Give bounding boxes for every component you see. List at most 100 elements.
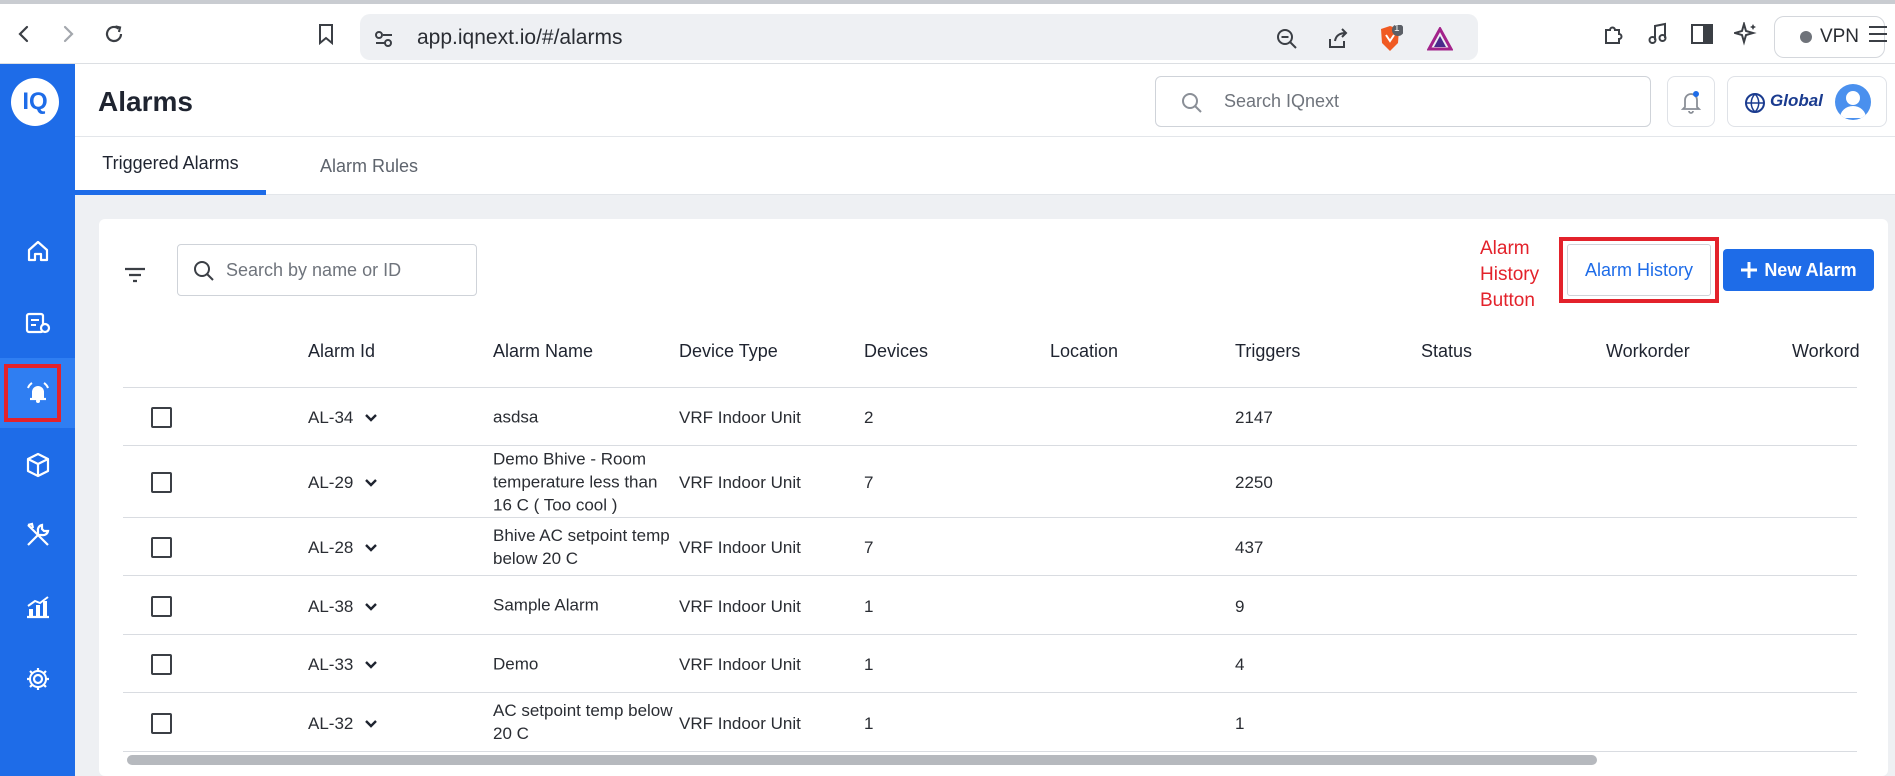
triggers-cell: 2250 — [1235, 473, 1273, 492]
share-icon[interactable] — [1324, 25, 1352, 53]
home-icon — [27, 240, 48, 262]
row-checkbox[interactable] — [151, 712, 172, 734]
row-checkbox[interactable] — [151, 407, 172, 428]
tab-triggered-alarms[interactable]: Triggered Alarms — [75, 137, 266, 195]
column-header-location[interactable]: Location — [1050, 341, 1118, 362]
leo-ai-icon[interactable] — [1730, 18, 1762, 50]
reload-icon[interactable] — [98, 18, 130, 50]
horizontal-scrollbar[interactable] — [127, 755, 1597, 765]
column-header-device-type[interactable]: Device Type — [679, 341, 778, 362]
alarm-search-placeholder: Search by name or ID — [226, 260, 402, 280]
row-checkbox[interactable] — [151, 537, 172, 558]
table-row[interactable]: AL-33 Demo VRF Indoor Unit 1 4 — [123, 635, 1857, 693]
device-type-cell: VRF Indoor Unit — [679, 713, 801, 733]
new-alarm-label: New Alarm — [1764, 259, 1857, 280]
page-title: Alarms — [98, 86, 193, 117]
tools-icon — [26, 522, 49, 546]
triggers-cell: 1 — [1235, 713, 1245, 733]
table-row[interactable]: AL-28 Bhive AC setpoint temp below 20 C … — [123, 518, 1857, 576]
media-icon[interactable] — [1642, 18, 1674, 50]
column-header-status[interactable]: Status — [1421, 341, 1472, 362]
device-type-cell: VRF Indoor Unit — [679, 408, 801, 427]
avatar[interactable] — [1835, 84, 1871, 120]
chevron-down-icon[interactable] — [363, 475, 379, 491]
triggers-cell: 2147 — [1235, 408, 1273, 427]
alarm-history-button[interactable]: Alarm History — [1567, 244, 1711, 296]
alarm-id-cell: AL-29 — [308, 473, 354, 492]
alarm-name-cell: Demo Bhive - Room temperature less than … — [493, 449, 658, 514]
sidebar-item-devices[interactable] — [0, 288, 75, 358]
new-alarm-button[interactable]: New Alarm — [1723, 249, 1874, 291]
alarm-search-input[interactable]: Search by name or ID — [177, 244, 477, 296]
column-header-alarm-name[interactable]: Alarm Name — [493, 341, 593, 362]
chevron-down-icon[interactable] — [363, 410, 379, 426]
chevron-down-icon[interactable] — [363, 599, 379, 615]
chevron-down-icon[interactable] — [363, 716, 379, 732]
org-profile-button[interactable]: Global — [1727, 76, 1887, 127]
row-checkbox[interactable] — [151, 654, 172, 675]
alarm-name-cell: AC setpoint temp below 20 C — [493, 701, 673, 743]
sidebar-item-home[interactable] — [0, 216, 75, 286]
tab-alarm-rules[interactable]: Alarm Rules — [289, 137, 449, 195]
site-settings-icon[interactable] — [370, 25, 398, 53]
devices-cell: 1 — [864, 596, 874, 616]
forward-icon[interactable] — [52, 18, 84, 50]
sidebar-item-settings[interactable] — [0, 644, 75, 714]
table-header: Alarm Id Alarm Name Device Type Devices … — [123, 319, 1860, 388]
column-header-workorder[interactable]: Workorder — [1606, 341, 1690, 362]
devices-cell: 2 — [864, 408, 874, 427]
vpn-status-icon — [1799, 31, 1812, 43]
brave-badge: 1 — [1394, 23, 1400, 34]
column-header-workorder-2[interactable]: Workord — [1792, 341, 1860, 362]
back-icon[interactable] — [8, 18, 40, 50]
alarm-id-cell: AL-33 — [308, 655, 354, 674]
gear-icon — [26, 668, 49, 690]
search-icon — [194, 261, 214, 281]
url-text[interactable]: app.iqnext.io/#/alarms — [417, 26, 622, 50]
sidebar-item-maintenance[interactable] — [0, 500, 75, 570]
devices-cell: 7 — [864, 473, 874, 492]
chevron-down-icon[interactable] — [363, 540, 379, 556]
vpn-label: VPN — [1819, 26, 1860, 47]
row-checkbox[interactable] — [151, 472, 172, 493]
extensions-icon[interactable] — [1598, 18, 1630, 50]
menu-icon[interactable] — [1862, 18, 1894, 50]
column-header-alarm-id[interactable]: Alarm Id — [308, 341, 375, 362]
column-header-triggers[interactable]: Triggers — [1235, 341, 1300, 362]
device-type-cell: VRF Indoor Unit — [679, 596, 801, 616]
table-row[interactable]: AL-38 Sample Alarm VRF Indoor Unit 1 9 — [123, 576, 1857, 635]
global-search-input[interactable]: Search IQnext — [1155, 76, 1651, 127]
bookmark-icon[interactable] — [310, 18, 342, 50]
devices-cell: 7 — [864, 538, 874, 557]
triggers-cell: 9 — [1235, 596, 1245, 616]
device-settings-icon — [25, 312, 50, 334]
device-type-cell: VRF Indoor Unit — [679, 538, 801, 557]
brave-rewards-icon[interactable] — [1426, 25, 1454, 53]
analytics-icon — [26, 596, 49, 619]
address-bar[interactable]: app.iqnext.io/#/alarms 1 — [360, 14, 1478, 60]
filter-button[interactable] — [121, 261, 149, 289]
alarm-name-cell: Bhive AC setpoint temp below 20 C — [493, 525, 670, 568]
alarm-id-cell: AL-34 — [308, 408, 354, 427]
sidebar-item-analytics[interactable] — [0, 572, 75, 642]
table-row[interactable]: AL-32 AC setpoint temp below 20 C VRF In… — [123, 693, 1857, 752]
notifications-button[interactable] — [1667, 76, 1715, 127]
table-body: AL-34 asdsa VRF Indoor Unit 2 2147 AL-29… — [123, 388, 1857, 752]
device-type-cell: VRF Indoor Unit — [679, 473, 801, 492]
app-header: Alarms Search IQnext Global — [75, 64, 1895, 137]
table-row[interactable]: AL-29 Demo Bhive - Room temperature less… — [123, 446, 1857, 518]
table-row[interactable]: AL-34 asdsa VRF Indoor Unit 2 2147 — [123, 388, 1857, 446]
zoom-out-icon[interactable] — [1273, 25, 1301, 53]
triggers-cell: 437 — [1235, 538, 1264, 557]
devices-cell: 1 — [864, 655, 874, 674]
brave-shield-icon[interactable]: 1 — [1376, 23, 1404, 53]
filter-icon — [125, 267, 145, 283]
row-checkbox[interactable] — [151, 595, 172, 617]
column-header-devices[interactable]: Devices — [864, 341, 928, 362]
search-icon — [1182, 93, 1202, 113]
sidebar-item-assets[interactable] — [0, 430, 75, 500]
chevron-down-icon[interactable] — [363, 657, 379, 673]
sidebar-item-alarms[interactable] — [0, 358, 75, 428]
sidebar-toggle-icon[interactable] — [1686, 18, 1718, 50]
iqnext-logo[interactable]: IQ — [11, 78, 59, 126]
